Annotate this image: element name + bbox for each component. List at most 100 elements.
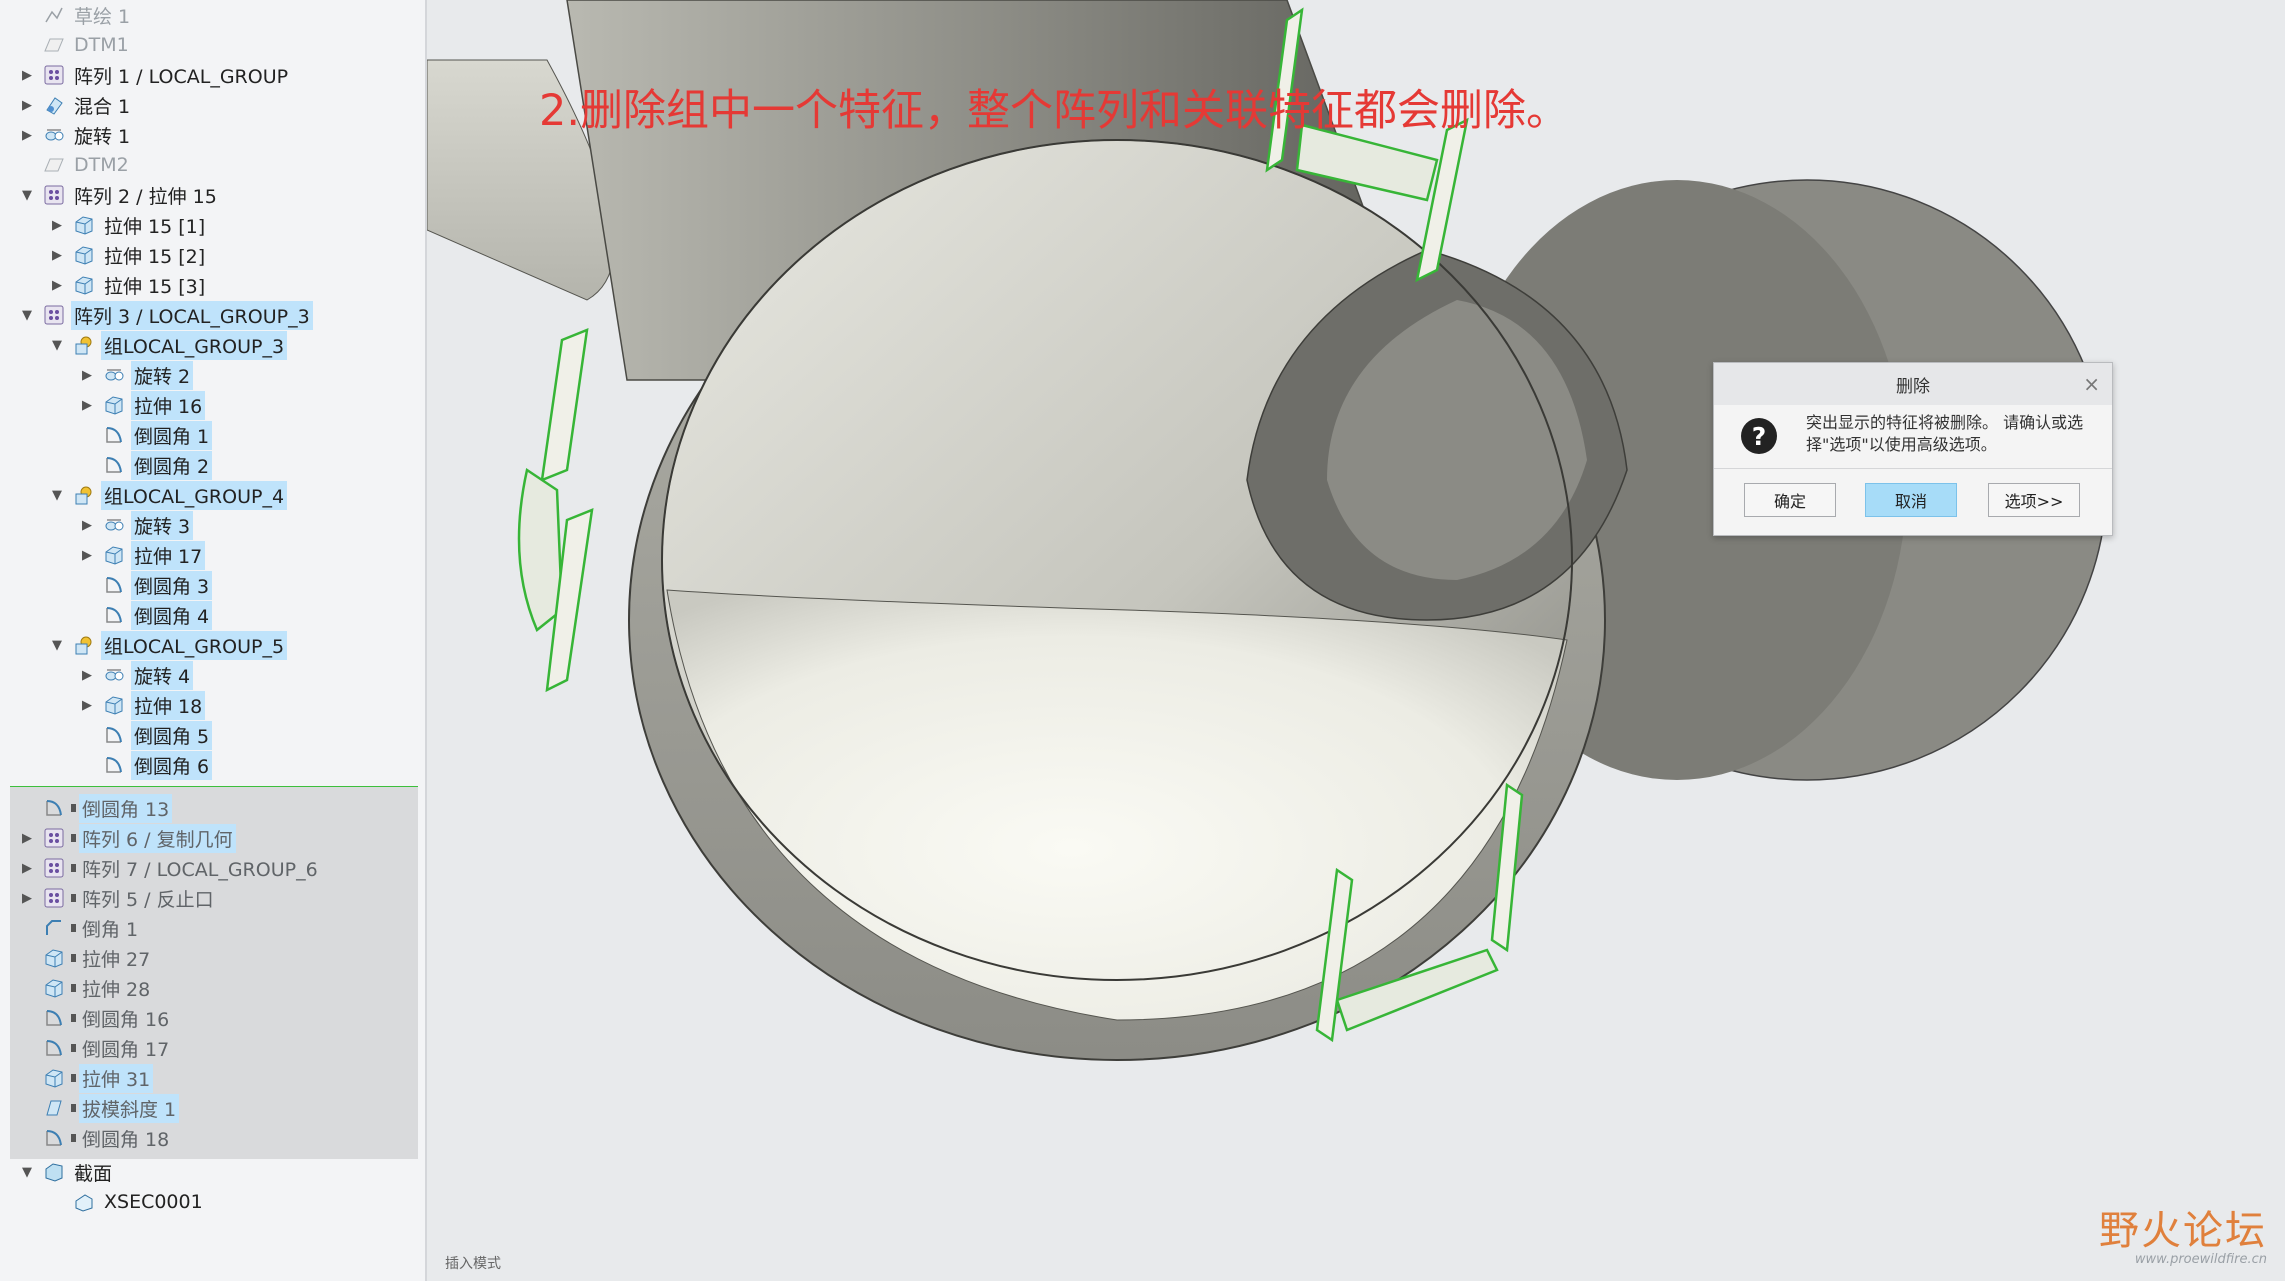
tree-item-label: 倒圆角 6 [131,750,213,780]
tree-item[interactable]: ▼ 组LOCAL_GROUP_3 [48,330,288,360]
expand-toggle-icon[interactable]: ▶ [48,246,66,264]
tree-item-label: 拉伸 17 [131,540,206,570]
tree-item[interactable]: ▶ 拉伸 15 [3] [48,270,208,300]
tree-item[interactable]: ▶ 旋转 1 [18,120,133,150]
collapse-toggle-icon[interactable]: ▼ [48,636,66,654]
tree-item[interactable]: 拉伸 27 [18,943,153,973]
collapse-toggle-icon[interactable]: ▼ [18,186,36,204]
tree-item[interactable]: 倒角 1 [18,913,141,943]
expand-toggle-icon[interactable]: ▶ [48,276,66,294]
insert-after-marker [71,1134,76,1142]
tree-item-label: 草绘 1 [74,5,131,28]
tree-item-label: 拉伸 28 [82,978,151,1001]
tree-item[interactable]: 拉伸 31 [18,1063,154,1093]
insert-after-marker [71,834,76,842]
tree-item[interactable]: 倒圆角 2 [78,450,213,480]
expand-toggle-icon[interactable]: ▶ [18,829,36,847]
round-icon [102,453,126,477]
section-icon [42,1160,66,1184]
tree-item[interactable]: ▶ 阵列 6 / 复制几何 [18,823,236,853]
tree-item[interactable]: 倒圆角 3 [78,570,213,600]
tree-item[interactable]: ▶ 旋转 3 [78,510,194,540]
tree-item-label: 拉伸 27 [82,948,151,971]
expand-toggle-icon[interactable]: ▶ [78,546,96,564]
tree-item-label: 倒圆角 18 [82,1128,170,1151]
tree-item-label: 阵列 5 / 反止口 [82,888,214,911]
expand-toggle-icon[interactable]: ▶ [78,696,96,714]
tree-item[interactable]: 拔模斜度 1 [18,1093,180,1123]
close-icon[interactable]: × [2083,372,2100,396]
tree-item[interactable]: ▶ 拉伸 15 [1] [48,210,208,240]
tree-item[interactable]: 倒圆角 6 [78,750,213,780]
tree-item[interactable]: 草绘 1 [18,0,133,30]
tree-item[interactable]: ▼ 组LOCAL_GROUP_5 [48,630,288,660]
extrude-icon [42,976,66,1000]
xsec-icon [72,1190,96,1214]
tree-item[interactable]: ▶ 拉伸 18 [78,690,206,720]
tree-item[interactable]: ▶ 混合 1 [18,90,133,120]
tree-item[interactable]: ▶ 旋转 2 [78,360,194,390]
tree-item-label: 拔模斜度 1 [79,1093,180,1123]
tree-item[interactable]: XSEC0001 [48,1187,206,1217]
round-icon [102,723,126,747]
tree-item[interactable]: 倒圆角 18 [18,1123,172,1153]
expand-toggle-icon[interactable]: ▶ [18,96,36,114]
revolve-icon [102,363,126,387]
insert-after-marker [71,984,76,992]
tree-item[interactable]: ▶ 阵列 1 / LOCAL_GROUP [18,60,291,90]
tree-item[interactable]: ▶ 拉伸 16 [78,390,206,420]
pattern-icon [42,63,66,87]
options-button[interactable]: 选项>> [1988,483,2080,517]
collapse-toggle-icon[interactable]: ▼ [48,336,66,354]
expand-toggle-icon[interactable]: ▶ [18,66,36,84]
ok-button[interactable]: 确定 [1744,483,1836,517]
tree-item[interactable]: ▶ 旋转 4 [78,660,194,690]
model-tree[interactable]: 草绘 1 DTM1 ▶ 阵列 1 / LOCAL_GROUP ▶ 混合 1 ▶ 旋转 1 DTM… [0,0,427,1281]
tree-item-label: 倒圆角 1 [131,420,213,450]
3d-model[interactable] [427,0,2285,1281]
expand-toggle-icon[interactable]: ▶ [78,366,96,384]
cancel-button[interactable]: 取消 [1865,483,1957,517]
collapse-toggle-icon[interactable]: ▼ [48,486,66,504]
expand-toggle-icon[interactable]: ▶ [18,859,36,877]
extrude-icon [102,543,126,567]
tree-item[interactable]: ▶ 阵列 5 / 反止口 [18,883,217,913]
tree-item[interactable]: ▶ 拉伸 15 [2] [48,240,208,270]
dialog-title-bar[interactable]: 删除 × [1714,363,2112,405]
expand-toggle-icon[interactable]: ▶ [78,396,96,414]
tree-item[interactable]: ▼ 截面 [18,1157,115,1187]
tree-item[interactable]: ▼ 组LOCAL_GROUP_4 [48,480,288,510]
expand-toggle-icon[interactable]: ▶ [78,666,96,684]
collapse-toggle-icon[interactable]: ▼ [18,1163,36,1181]
tree-item[interactable]: 倒圆角 5 [78,720,213,750]
tree-item-label: 拉伸 15 [2] [104,245,206,268]
tree-item[interactable]: DTM2 [18,150,132,180]
expand-toggle-icon[interactable]: ▶ [18,889,36,907]
expand-toggle-icon[interactable]: ▶ [48,216,66,234]
tree-item[interactable]: 倒圆角 1 [78,420,213,450]
extrude-icon [72,273,96,297]
delete-dialog[interactable]: 删除 × ? 突出显示的特征将被删除。 请确认或选择"选项"以使用高级选项。 确… [1713,362,2113,536]
tree-item[interactable]: DTM1 [18,30,132,60]
tree-item[interactable]: 倒圆角 17 [18,1033,172,1063]
extrude-icon [102,693,126,717]
expand-toggle-icon[interactable]: ▶ [78,516,96,534]
expand-toggle-icon[interactable]: ▶ [18,126,36,144]
tree-item[interactable]: 拉伸 28 [18,973,153,1003]
tree-item-label: 倒圆角 16 [82,1008,170,1031]
tree-item[interactable]: 倒圆角 13 [18,793,173,823]
tree-item[interactable]: ▶ 拉伸 17 [78,540,206,570]
tree-item[interactable]: ▶ 阵列 7 / LOCAL_GROUP_6 [18,853,321,883]
datum-plane-icon [42,33,66,57]
collapse-toggle-icon[interactable]: ▼ [18,306,36,324]
tree-item[interactable]: ▼ 阵列 2 / 拉伸 15 [18,180,220,210]
tree-item[interactable]: 倒圆角 16 [18,1003,172,1033]
tree-item[interactable]: ▼ 阵列 3 / LOCAL_GROUP_3 [18,300,313,330]
extrude-icon [72,213,96,237]
graphics-window[interactable]: 2.删除组中一个特征，整个阵列和关联特征都会删除。 插入模式 野火论坛 www.… [427,0,2285,1281]
tree-item[interactable]: 倒圆角 4 [78,600,213,630]
